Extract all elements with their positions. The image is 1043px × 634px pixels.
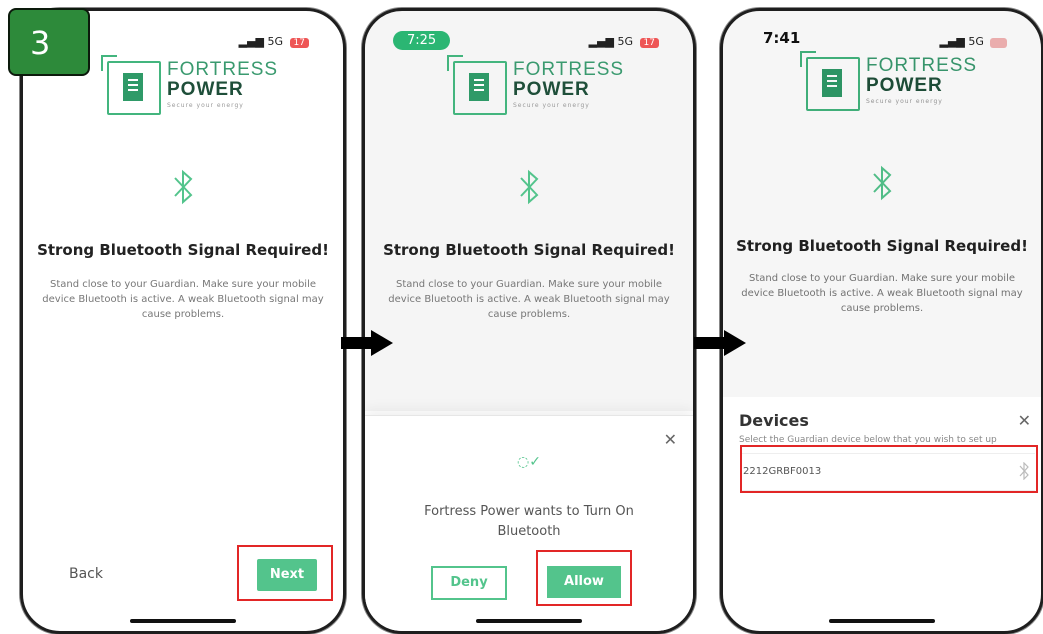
battery-icon: 17 xyxy=(289,38,309,48)
phone-screen-3: 7:41 ▂▄▆ 5G FORTRESS POWER Secure your e… xyxy=(720,8,1043,634)
deny-button[interactable]: Deny xyxy=(431,566,507,600)
logo-line1: FORTRESS xyxy=(167,59,279,80)
status-icons: ▂▄▆ 5G 17 xyxy=(239,35,309,48)
logo-line2: POWER xyxy=(167,79,244,100)
step-badge: 3 xyxy=(8,8,90,76)
close-icon[interactable]: ✕ xyxy=(664,430,677,449)
network-label: 5G xyxy=(617,35,634,48)
dim-overlay xyxy=(723,11,1041,397)
logo-mark-icon xyxy=(447,55,507,115)
highlight-device-row xyxy=(740,445,1038,493)
instruction-text: Stand close to your Guardian. Make sure … xyxy=(42,279,324,320)
page-heading: Strong Bluetooth Signal Required! xyxy=(383,241,675,259)
phone-screen-1: ▂▄▆ 5G 17 FORTRESS POWER Secure your ene… xyxy=(20,8,346,634)
back-button[interactable]: Back xyxy=(69,566,103,582)
bluetooth-icon xyxy=(174,169,193,205)
fortress-power-logo: FORTRESS POWER Secure your energy xyxy=(447,55,623,121)
status-bar: 7:25 ▂▄▆ 5G 17 xyxy=(365,21,693,50)
highlight-next-button xyxy=(237,545,333,601)
logo-mark-icon xyxy=(101,55,161,115)
instruction-text: Stand close to your Guardian. Make sure … xyxy=(388,279,670,320)
arrow-right-icon xyxy=(341,330,393,356)
fortress-power-logo: FORTRESS POWER Secure your energy xyxy=(101,55,277,121)
network-label: 5G xyxy=(267,35,284,48)
page-heading: Strong Bluetooth Signal Required! xyxy=(37,241,329,259)
close-icon[interactable]: ✕ xyxy=(1018,411,1031,430)
step-number: 3 xyxy=(30,24,51,62)
battery-icon: 17 xyxy=(639,38,659,48)
bluetooth-permission-dialog: ✕ ◌✓ Fortress Power wants to Turn On Blu… xyxy=(365,415,693,631)
signal-icon: ▂▄▆ xyxy=(238,35,265,48)
check-icon: ◌✓ xyxy=(517,454,541,470)
home-indicator[interactable] xyxy=(829,619,935,623)
home-indicator[interactable] xyxy=(130,619,236,623)
devices-title: Devices xyxy=(739,411,809,430)
signal-icon: ▂▄▆ xyxy=(588,35,615,48)
home-indicator[interactable] xyxy=(476,619,582,623)
status-icons: ▂▄▆ 5G 17 xyxy=(589,35,659,48)
arrow-right-icon xyxy=(694,330,746,356)
status-time: 7:25 xyxy=(393,31,451,50)
phone-screen-2: 7:25 ▂▄▆ 5G 17 FORTRESS POWER Secure you… xyxy=(362,8,696,634)
highlight-allow-button xyxy=(536,550,632,606)
devices-subtitle: Select the Guardian device below that yo… xyxy=(739,435,997,445)
logo-line1: FORTRESS xyxy=(513,59,625,80)
logo-tagline: Secure your energy xyxy=(167,102,244,109)
logo-line2: POWER xyxy=(513,79,590,100)
dialog-message: Fortress Power wants to Turn On Bluetoot… xyxy=(424,504,634,539)
bluetooth-icon xyxy=(520,169,539,205)
logo-tagline: Secure your energy xyxy=(513,102,590,109)
